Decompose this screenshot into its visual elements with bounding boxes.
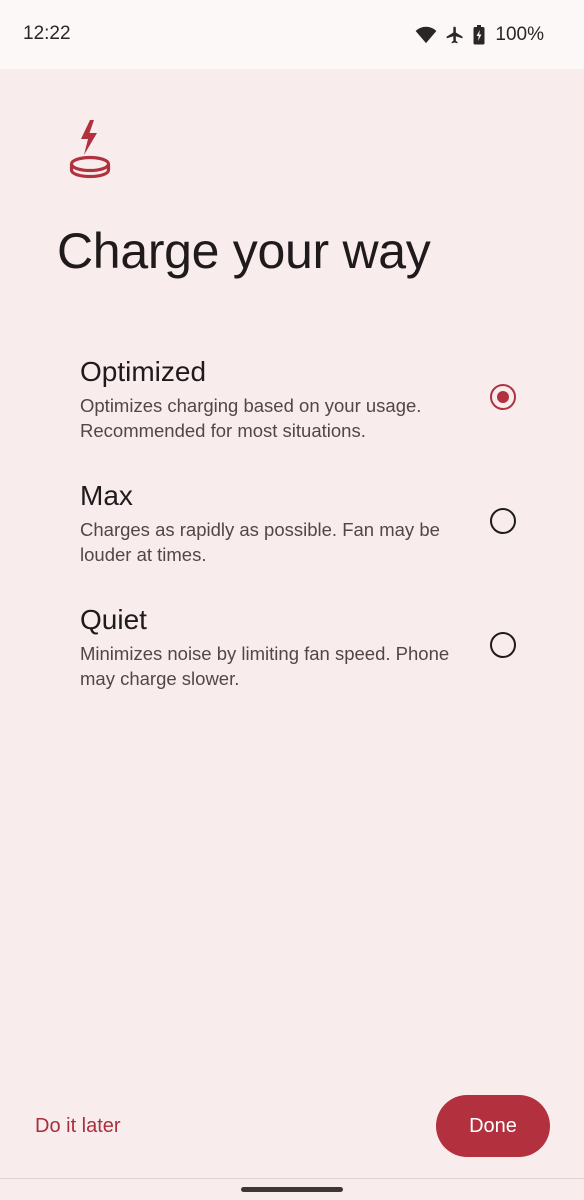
radio-optimized[interactable]	[490, 384, 516, 410]
divider	[0, 1178, 584, 1179]
status-icons: 100%	[415, 22, 544, 48]
battery-charging-icon	[473, 25, 485, 45]
page-title: Charge your way	[57, 223, 431, 279]
charging-options: Optimized Optimizes charging based on yo…	[0, 356, 584, 728]
option-max[interactable]: Max Charges as rapidly as possible. Fan …	[0, 480, 584, 604]
option-description: Optimizes charging based on your usage. …	[80, 395, 422, 441]
option-description: Minimizes noise by limiting fan speed. P…	[80, 643, 450, 689]
status-bar: 12:22 100%	[0, 0, 584, 69]
option-quiet[interactable]: Quiet Minimizes noise by limiting fan sp…	[0, 604, 584, 728]
wireless-charging-icon	[69, 120, 111, 179]
done-button[interactable]: Done	[436, 1095, 550, 1157]
option-title: Optimized	[80, 356, 207, 387]
wifi-icon	[416, 26, 437, 44]
option-title: Max	[80, 480, 133, 511]
option-title: Quiet	[80, 604, 147, 635]
option-description: Charges as rapidly as possible. Fan may …	[80, 519, 440, 565]
radio-max[interactable]	[490, 508, 516, 534]
status-time: 12:22	[23, 23, 71, 44]
airplane-mode-icon	[447, 26, 463, 44]
screen: 12:22 100% Charge your way Optimized Opt…	[0, 0, 584, 1200]
radio-quiet[interactable]	[490, 632, 516, 658]
option-optimized[interactable]: Optimized Optimizes charging based on yo…	[0, 356, 584, 480]
do-it-later-button[interactable]: Do it later	[18, 1100, 138, 1152]
gesture-nav-handle[interactable]	[241, 1187, 343, 1192]
battery-percentage: 100%	[495, 24, 544, 45]
